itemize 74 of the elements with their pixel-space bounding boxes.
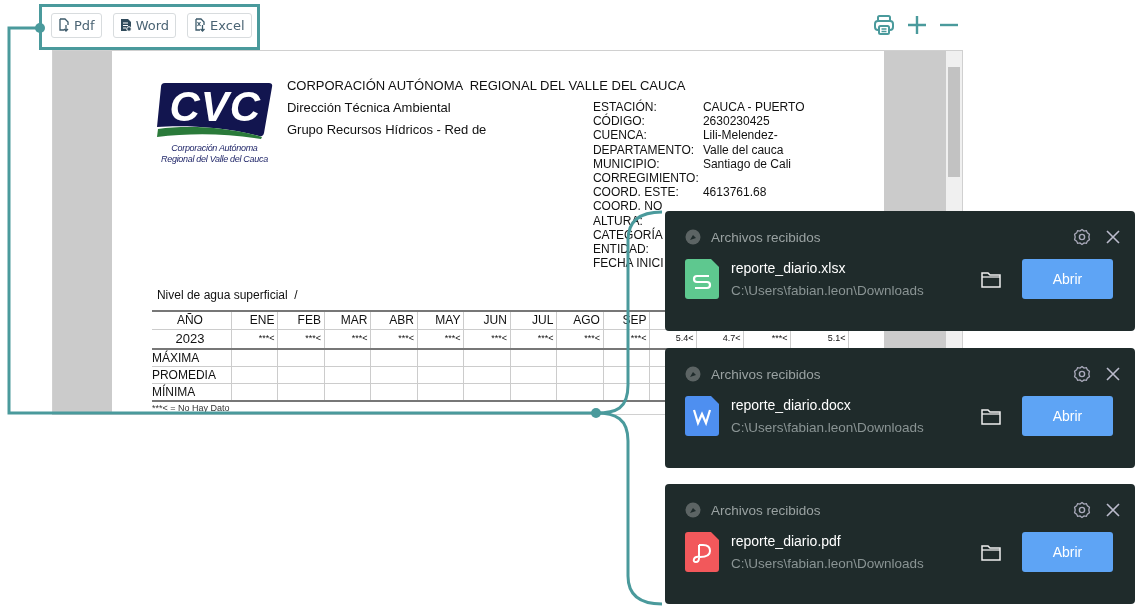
close-icon[interactable] — [1105, 366, 1121, 382]
header-line: Grupo Recursos Hídricos - Red de — [286, 122, 487, 138]
legend-text: ***< = No Hay Dato — [151, 403, 230, 413]
app-icon — [685, 229, 701, 245]
file-path: C:\Users\fabian.leon\Downloads — [731, 283, 925, 298]
notification-title: Archivos recibidos — [711, 229, 821, 245]
column-header: FEB — [278, 312, 325, 329]
table-cell: ***< — [324, 330, 372, 348]
table-cell: PROMEDIA — [151, 367, 232, 383]
notification-title: Archivos recibidos — [711, 366, 821, 382]
logo-drawing: CVC Corporación Autónoma Regional del Valle del Cauca — [151, 78, 277, 284]
field-value: Valle del cauca — [702, 142, 785, 157]
export-button[interactable]: Pdf — [51, 12, 102, 38]
settings-icon[interactable] — [1073, 365, 1091, 383]
table-cell: ***< — [557, 330, 604, 348]
table-cell: 2023 — [151, 330, 232, 348]
field-label: CÓDIGO: — [592, 114, 645, 129]
column-header: AÑO — [151, 312, 232, 329]
column-header: JUL — [510, 312, 558, 329]
field-value: 2630230425 — [702, 114, 771, 129]
section-title: Nivel de agua superficial / — [156, 288, 298, 302]
export-button[interactable]: Excel — [187, 12, 252, 38]
field-value: 4613761.68 — [702, 185, 768, 200]
document-icon — [119, 18, 132, 32]
notification-title: Archivos recibidos — [711, 502, 821, 518]
column-header: JUN — [464, 312, 511, 329]
folder-icon[interactable] — [981, 407, 1001, 425]
column-header: MAY — [417, 312, 465, 329]
field-value: Lili-Melendez- — [702, 128, 779, 143]
file-icon — [685, 532, 719, 572]
table-cell: MÍNIMA — [151, 384, 232, 400]
field-label: DEPARTAMENTO: — [592, 142, 695, 157]
folder-icon[interactable] — [981, 270, 1001, 288]
field-label: ESTACIÓN: — [592, 100, 657, 114]
header-line: CORPORACIÓN AUTÓNOMA REGIONAL DEL VALLE DEL CAUCA — [286, 78, 686, 94]
table-cell: ***< — [371, 330, 418, 348]
field-value: Santiago de Cali — [702, 156, 792, 171]
column-header: AGO — [557, 312, 604, 329]
column-header: MAR — [324, 312, 372, 329]
zoom-in-icon[interactable] — [907, 15, 927, 35]
field-label: MUNICIPIO: — [592, 156, 660, 171]
settings-icon[interactable] — [1073, 501, 1091, 519]
column-header: ENE — [231, 312, 279, 329]
field-label: CORREGIMIENTO: — [592, 171, 699, 186]
table-cell: ***< — [464, 330, 511, 348]
column-header: ABR — [371, 312, 418, 329]
export-button[interactable]: Word — [112, 12, 177, 38]
file-icon — [685, 396, 719, 436]
field-value: CAUCA - PUERTO — [702, 100, 805, 115]
field-label: COORD. ESTE: — [592, 185, 679, 200]
file-download-icon — [58, 18, 70, 32]
field-label: COORD. NO — [592, 199, 663, 214]
file-path: C:\Users\fabian.leon\Downloads — [731, 420, 925, 435]
file-icon — [685, 259, 719, 299]
table-cell: ***< — [417, 330, 465, 348]
table-cell: ***< — [278, 330, 325, 348]
close-icon[interactable] — [1105, 229, 1121, 245]
folder-icon[interactable] — [981, 543, 1001, 561]
app-icon — [685, 502, 701, 518]
header-line: Dirección Técnica Ambiental — [286, 100, 451, 116]
table-cell: ***< — [510, 330, 558, 348]
file-download-icon — [194, 18, 207, 32]
close-icon[interactable] — [1105, 502, 1121, 518]
file-name: reporte_diario.xlsx — [731, 260, 847, 276]
file-name: reporte_diario.docx — [731, 397, 852, 413]
app-icon — [685, 366, 701, 382]
table-cell: ***< — [231, 330, 279, 348]
file-name: reporte_diario.pdf — [731, 533, 842, 549]
table-cell: ***< — [603, 330, 651, 348]
file-path: C:\Users\fabian.leon\Downloads — [731, 556, 925, 571]
settings-icon[interactable] — [1073, 228, 1091, 246]
print-icon[interactable] — [873, 14, 895, 36]
table-cell: MÁXIMA — [151, 350, 232, 366]
field-label: CUENCA: — [592, 128, 647, 143]
